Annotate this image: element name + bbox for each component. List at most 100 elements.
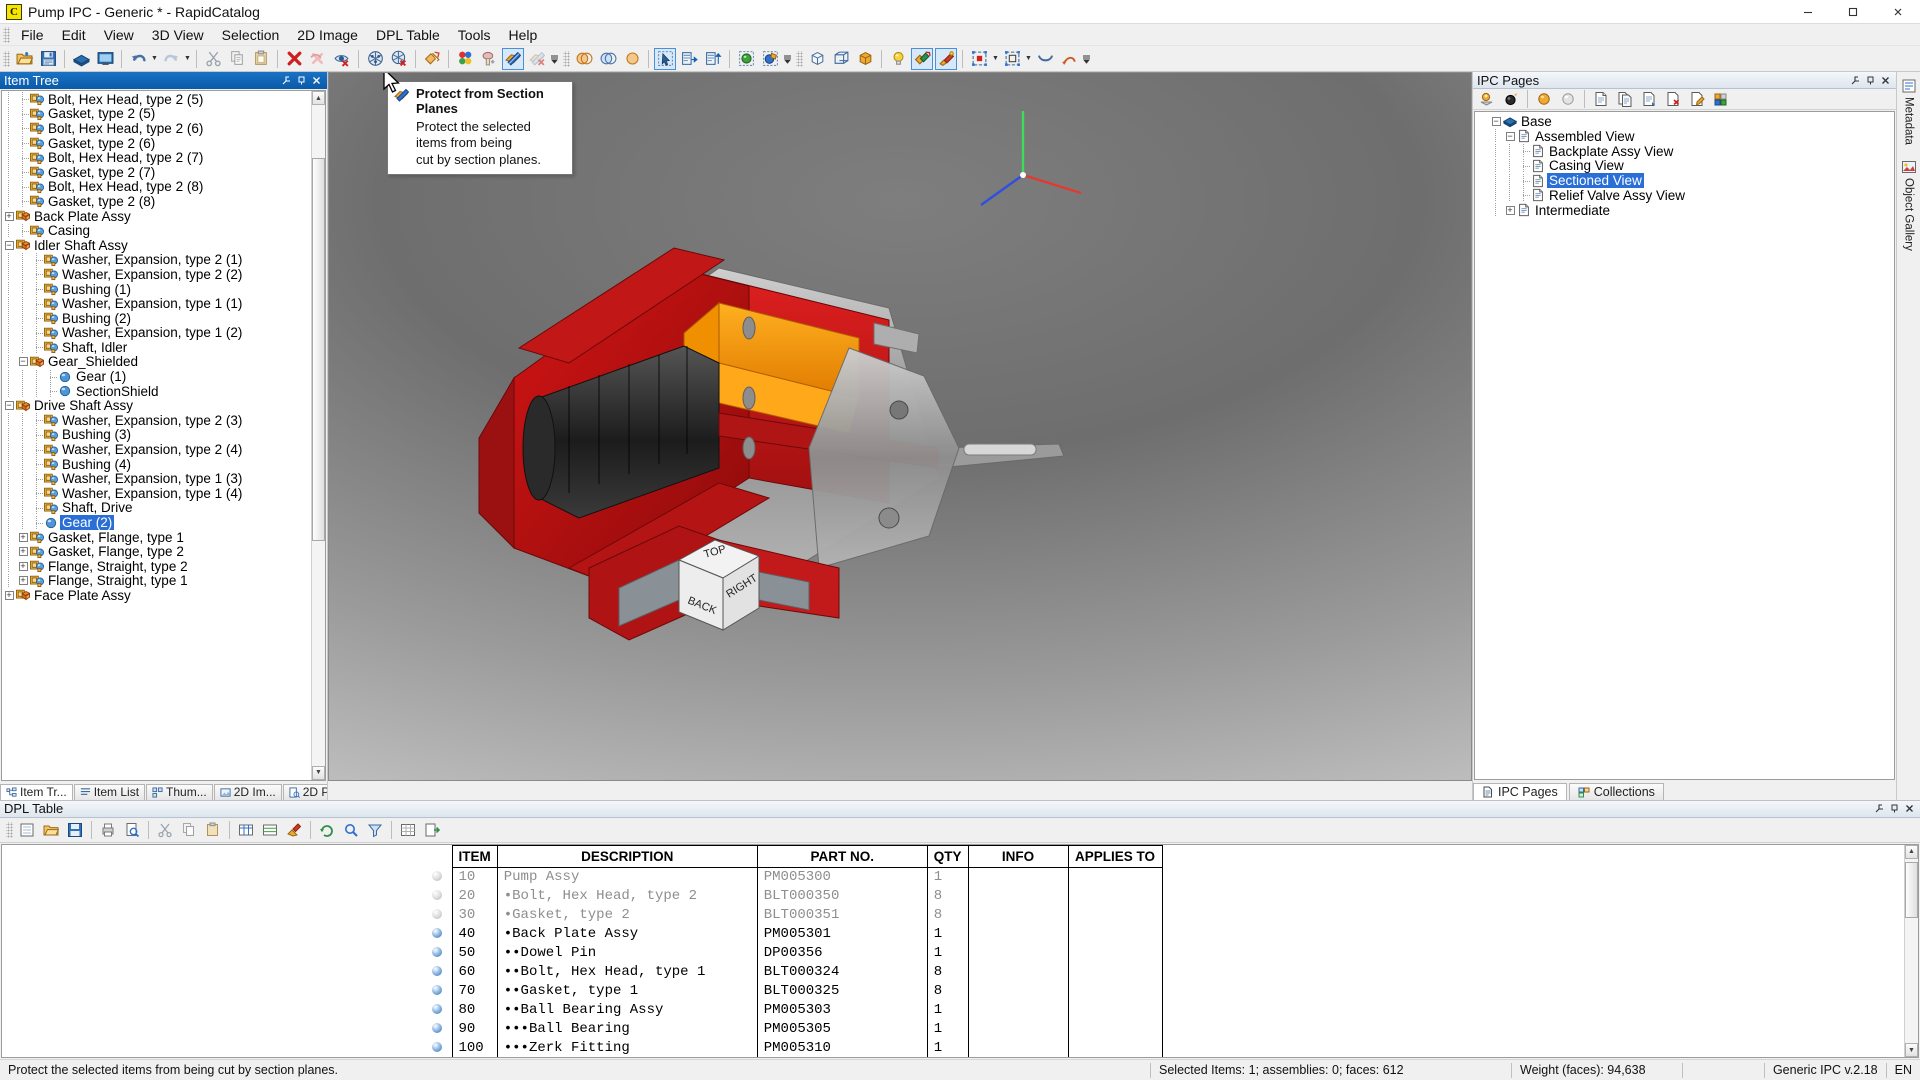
select-next-icon[interactable] <box>678 48 700 70</box>
item-tree-row[interactable]: Casing <box>2 223 311 238</box>
item-tree-scroll-thumb[interactable] <box>312 157 325 541</box>
item-tree-scroll-up-icon[interactable]: ▲ <box>312 91 325 105</box>
column-header[interactable]: QTY <box>926 844 969 868</box>
expander-plus-icon[interactable]: + <box>2 209 16 223</box>
dpl-scroll-up-icon[interactable]: ▲ <box>1905 844 1918 859</box>
dpl-save-icon[interactable] <box>64 819 86 841</box>
faces-deselect-icon[interactable] <box>388 48 410 70</box>
item-tree-row[interactable]: − Idler Shaft Assy <box>2 238 311 253</box>
item-tree-row[interactable]: Bolt, Hex Head, type 2 (7) <box>2 150 311 165</box>
item-tree-row[interactable]: Gasket, type 2 (8) <box>2 194 311 209</box>
ipc-page-row[interactable]: − Assembled View <box>1475 129 1894 144</box>
item-tree-row[interactable]: Bushing (3) <box>2 427 311 442</box>
column-header[interactable]: INFO <box>967 844 1069 868</box>
cube-wireframe-icon[interactable] <box>830 48 852 70</box>
item-tree-row[interactable]: Bolt, Hex Head, type 2 (5) <box>2 92 311 107</box>
select-arrow-icon[interactable] <box>654 47 676 70</box>
faces-select-icon[interactable] <box>364 48 386 70</box>
dock-item-object-gallery[interactable]: Object Gallery <box>1901 159 1917 251</box>
dpl-scroll-thumb[interactable] <box>1905 862 1918 918</box>
dock-item-metadata[interactable]: Metadata <box>1901 78 1917 145</box>
item-tree-row[interactable]: + Back Plate Assy <box>2 209 311 224</box>
item-tree-row[interactable]: Washer, Expansion, type 1 (4) <box>2 486 311 501</box>
row-marker[interactable] <box>432 1000 452 1019</box>
menu-file[interactable]: File <box>12 25 53 45</box>
item-tree-scroll-track[interactable] <box>312 105 325 766</box>
dpl-cut-icon[interactable] <box>154 819 176 841</box>
table-row[interactable]: 90 •••Ball Bearing PM005305 1 <box>432 1019 1163 1038</box>
item-tree-scrollbar[interactable]: ▲ ▼ <box>311 91 325 780</box>
ipc-pages-autohide-icon[interactable] <box>1849 74 1862 87</box>
table-row[interactable]: 10 Pump Assy PM005300 1 <box>432 867 1163 886</box>
select-sphere-blue-icon[interactable] <box>759 48 781 70</box>
delete-page-icon[interactable] <box>1662 88 1684 110</box>
dpl-print-icon[interactable] <box>97 819 119 841</box>
menu-grip[interactable] <box>3 26 10 43</box>
expander-plus-icon[interactable]: + <box>16 574 30 588</box>
dpl-search-icon[interactable] <box>340 819 362 841</box>
undelete-icon[interactable] <box>307 48 329 70</box>
render-tool-2-icon[interactable] <box>935 47 957 70</box>
protect-from-section-planes-icon[interactable] <box>502 47 524 70</box>
dpl-highlight-icon[interactable] <box>283 819 305 841</box>
ipc-page-row[interactable]: Casing View <box>1475 158 1894 173</box>
color-parts-icon[interactable] <box>454 48 476 70</box>
dpl-preview-icon[interactable] <box>121 819 143 841</box>
transparency-orange-icon[interactable] <box>573 48 595 70</box>
item-tree-row[interactable]: Gasket, type 2 (7) <box>2 165 311 180</box>
item-tree-row[interactable]: + Gasket, Flange, type 1 <box>2 530 311 545</box>
expander-plus-icon[interactable]: + <box>16 545 30 559</box>
menu-tools[interactable]: Tools <box>449 25 500 45</box>
menu-selection[interactable]: Selection <box>213 25 289 45</box>
item-tree-scroll-down-icon[interactable]: ▼ <box>312 765 325 780</box>
ipc-pages-tab[interactable]: IPC Pages <box>1473 782 1567 800</box>
row-marker[interactable] <box>432 867 452 886</box>
dpl-pin-icon[interactable] <box>1888 802 1901 815</box>
column-header[interactable]: ITEM <box>451 844 498 868</box>
table-row[interactable]: 70 ••Gasket, type 1 BLT000325 8 <box>432 981 1163 1000</box>
dpl-rows-icon[interactable] <box>259 819 281 841</box>
cube-solid-icon[interactable] <box>806 48 828 70</box>
toolbar-overflow-2-icon[interactable] <box>782 48 793 70</box>
dpl-toolbar-grip[interactable] <box>6 821 13 838</box>
item-tree-tab[interactable]: 2D Im... <box>213 783 282 800</box>
dpl-copy-icon[interactable] <box>178 819 200 841</box>
item-tree-autohide-icon[interactable] <box>280 74 293 87</box>
maximize-button[interactable] <box>1830 0 1875 24</box>
page-grey-icon[interactable] <box>1557 88 1579 110</box>
page-orange-icon[interactable] <box>1533 88 1555 110</box>
item-tree-tab[interactable]: Item List <box>73 783 146 800</box>
item-tree-row[interactable]: Bushing (4) <box>2 457 311 472</box>
dpl-refresh-icon[interactable] <box>316 819 338 841</box>
item-tree-tab[interactable]: Item Tr... <box>0 783 73 800</box>
item-tree-row[interactable]: Washer, Expansion, type 2 (4) <box>2 442 311 457</box>
rotate-view-icon[interactable] <box>1034 48 1056 70</box>
item-tree-row[interactable]: + Flange, Straight, type 1 <box>2 573 311 588</box>
dpl-table-canvas[interactable]: ITEM DESCRIPTION PART NO. QTY INFO APPLIES TO… <box>2 844 1904 1057</box>
item-tree-rows[interactable]: Bolt, Hex Head, type 2 (5) Gasket, type … <box>2 91 311 780</box>
item-tree-row[interactable]: Bushing (2) <box>2 311 311 326</box>
item-tree-row[interactable]: Shaft, Drive <box>2 500 311 515</box>
open-icon[interactable] <box>13 48 35 70</box>
copy-icon[interactable] <box>226 48 248 70</box>
table-row[interactable]: 50 ••Dowel Pin DP00356 1 <box>432 943 1163 962</box>
cube-shaded-icon[interactable] <box>854 48 876 70</box>
column-header[interactable]: PART NO. <box>756 844 928 868</box>
ipc-page-row[interactable]: Relief Valve Assy View <box>1475 188 1894 203</box>
dpl-scroll-down-icon[interactable]: ▼ <box>1905 1043 1918 1057</box>
item-tree-row[interactable]: + Gasket, Flange, type 2 <box>2 544 311 559</box>
item-tree-row[interactable]: Washer, Expansion, type 1 (2) <box>2 325 311 340</box>
table-row[interactable]: 60 ••Bolt, Hex Head, type 1 BLT000324 8 <box>432 962 1163 981</box>
minimize-button[interactable] <box>1785 0 1830 24</box>
expander-plus-icon[interactable]: + <box>1503 203 1517 217</box>
cut-icon[interactable] <box>202 48 224 70</box>
ipc-pages-close-icon[interactable] <box>1879 74 1892 87</box>
reset-view-icon[interactable] <box>1058 48 1080 70</box>
copy-page-icon[interactable] <box>1638 88 1660 110</box>
toolbar-grip-2[interactable] <box>563 50 570 67</box>
expander-minus-icon[interactable]: − <box>16 355 30 369</box>
zoom-fit-dropdown-icon[interactable]: ▼ <box>1024 48 1033 70</box>
ipc-page-row[interactable]: Backplate Assy View <box>1475 144 1894 159</box>
ipc-page-row[interactable]: + Intermediate <box>1475 203 1894 218</box>
item-tree-row[interactable]: Gear (2) <box>2 515 311 531</box>
